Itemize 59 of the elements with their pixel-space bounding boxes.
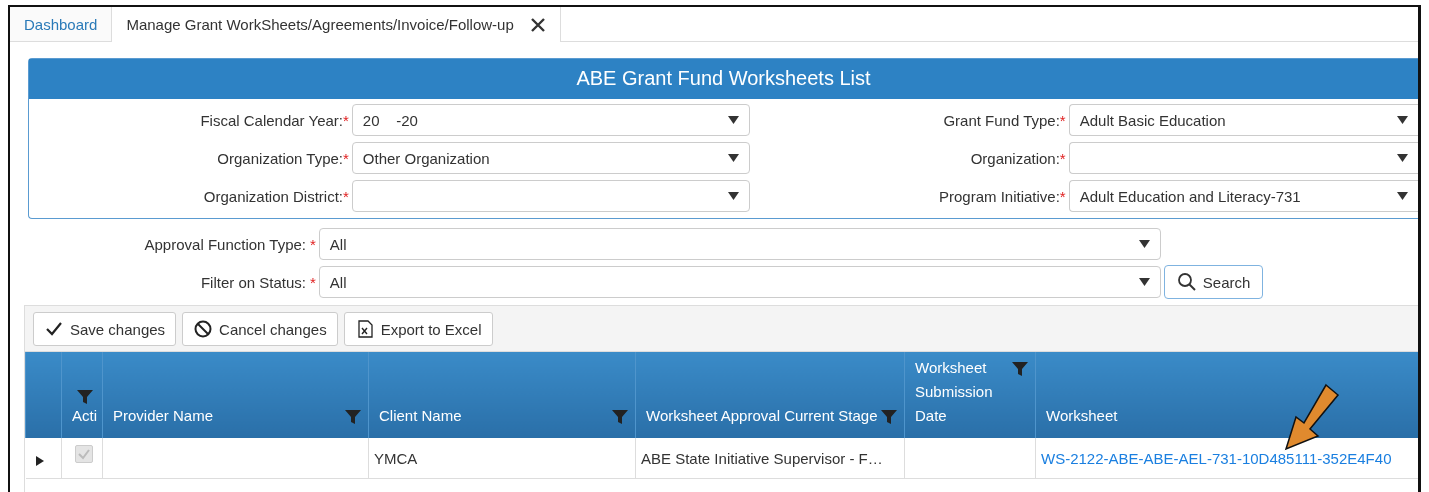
- tab[interactable]: Dashboard: [10, 7, 113, 41]
- caret-icon: [1397, 192, 1408, 200]
- save-button[interactable]: Save changes: [33, 312, 177, 346]
- panel-title: ABE Grant Fund Worksheets List: [29, 59, 1418, 99]
- required-mark: *: [310, 273, 316, 291]
- tab[interactable]: Manage Grant WorkSheets/Agreements/Invoice/Follow-up: [112, 7, 561, 42]
- column-header[interactable]: Worksheet Approval Current Stage: [635, 352, 905, 438]
- filter-icon[interactable]: [880, 408, 898, 426]
- table-cell: YMCA: [368, 438, 636, 479]
- checkbox[interactable]: [75, 445, 93, 463]
- required-mark: *: [343, 111, 349, 129]
- dropdown-field[interactable]: 20 -20: [351, 104, 750, 136]
- filter-icon[interactable]: [344, 408, 362, 426]
- dropdown-field[interactable]: [1068, 142, 1418, 174]
- caret-icon: [727, 154, 739, 162]
- search-icon: [1176, 272, 1197, 292]
- required-mark: *: [343, 149, 349, 167]
- field-label: Organization:: [969, 149, 1060, 167]
- dropdown-field[interactable]: [351, 180, 750, 212]
- caret-icon: [1397, 116, 1408, 124]
- caret-icon: [727, 192, 739, 200]
- column-header[interactable]: Client Name: [368, 352, 636, 438]
- dropdown-field[interactable]: Adult Education and Literacy-731: [1068, 180, 1418, 212]
- filter-icon[interactable]: [611, 408, 629, 426]
- field-label: Approval Function Type:: [143, 235, 306, 253]
- caret-icon: [727, 116, 739, 124]
- field-label: Organization District:: [202, 187, 343, 205]
- dropdown-field[interactable]: Other Organization: [351, 142, 750, 174]
- caret-icon: [1138, 240, 1150, 248]
- filter-icon[interactable]: [1011, 360, 1029, 378]
- required-mark: *: [1059, 111, 1066, 129]
- column-header[interactable]: Acti: [61, 352, 103, 438]
- column-header[interactable]: Worksheet: [1035, 352, 1418, 438]
- caret-icon: [1138, 278, 1150, 286]
- column-header[interactable]: Worksheet Submission Date: [904, 352, 1036, 438]
- cancel-icon: [193, 319, 214, 339]
- search-button[interactable]: Search: [1163, 265, 1264, 299]
- required-mark: *: [1059, 187, 1066, 205]
- required-mark: *: [1059, 149, 1066, 167]
- pointer-arrow: [1282, 383, 1340, 451]
- dropdown-field[interactable]: All: [318, 228, 1161, 260]
- table-cell: ABE State Initiative Supervisor - F…: [635, 438, 905, 479]
- export-button[interactable]: Export to Excel: [343, 312, 493, 346]
- column-header[interactable]: Provider Name: [102, 352, 369, 438]
- required-mark: *: [310, 235, 316, 253]
- cancel-button[interactable]: Cancel changes: [182, 312, 338, 346]
- field-label: Filter on Status:: [199, 273, 306, 291]
- field-label: Program Initiative:: [937, 187, 1060, 205]
- dropdown-field[interactable]: All: [318, 266, 1161, 298]
- worksheet-link[interactable]: WS-2122-ABE-ABE-AEL-731-10D485111-352E4F40: [1041, 449, 1392, 467]
- caret-icon: [1397, 154, 1408, 162]
- field-label: Grant Fund Type:: [942, 111, 1060, 129]
- field-label: Fiscal Calendar Year:: [199, 111, 343, 129]
- expand-icon[interactable]: [35, 456, 44, 466]
- dropdown-field[interactable]: Adult Basic Education: [1068, 104, 1418, 136]
- field-label: Organization Type:: [216, 149, 343, 167]
- close-icon[interactable]: [529, 16, 546, 33]
- required-mark: *: [343, 187, 349, 205]
- filter-icon[interactable]: [76, 388, 94, 406]
